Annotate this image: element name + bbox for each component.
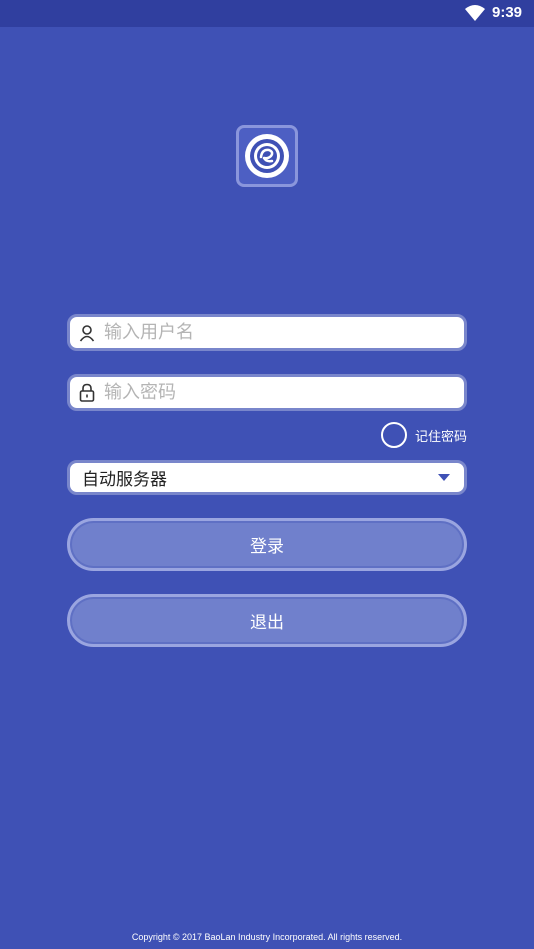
status-time: 9:39 — [492, 4, 523, 21]
exit-button[interactable]: 退出 — [67, 594, 467, 647]
logo-icon — [245, 134, 289, 178]
dropdown-arrow-icon — [438, 474, 450, 481]
password-input[interactable] — [104, 382, 444, 403]
wifi-icon — [465, 5, 485, 21]
username-input[interactable] — [104, 322, 444, 343]
user-icon — [70, 324, 104, 342]
remember-password[interactable]: 记住密码 — [381, 422, 467, 448]
copyright-footer: Copyright © 2017 BaoLan Industry Incorpo… — [131, 932, 403, 942]
username-field[interactable] — [67, 314, 467, 351]
login-button[interactable]: 登录 — [67, 518, 467, 571]
app-logo — [236, 125, 298, 187]
server-select-value: 自动服务器 — [82, 470, 167, 490]
remember-label: 记住密码 — [415, 429, 468, 445]
status-bar: 9:39 — [0, 0, 534, 27]
password-field[interactable] — [67, 374, 467, 411]
server-select[interactable]: 自动服务器 — [67, 460, 467, 495]
remember-radio[interactable] — [381, 422, 407, 448]
lock-icon — [70, 383, 104, 402]
